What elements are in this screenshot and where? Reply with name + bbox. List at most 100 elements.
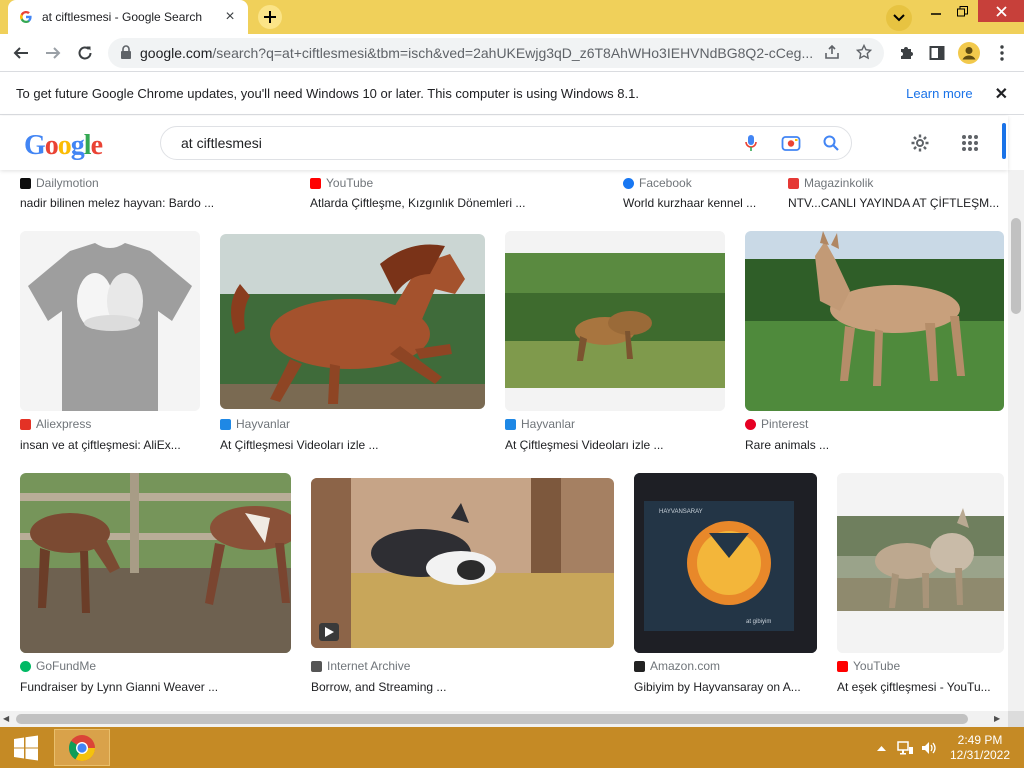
sign-in-edge[interactable] <box>1002 123 1006 159</box>
chrome-icon <box>68 734 96 761</box>
album-title-text: HAYVANSARAY <box>659 509 703 515</box>
browser-tab[interactable]: at ciftlesmesi - Google Search × <box>8 0 248 34</box>
youtube-favicon-icon <box>837 660 848 672</box>
result-thumbnail[interactable]: HAYVANSARAY at gibiyim <box>634 473 817 653</box>
result-title[interactable]: At Çiftleşmesi Videoları izle ... <box>505 438 720 452</box>
windows-taskbar: 2:49 PM 12/31/2022 <box>0 727 1024 768</box>
result-thumbnail[interactable] <box>311 478 614 648</box>
chestnut-horse-image <box>220 234 485 409</box>
side-panel-icon[interactable] <box>924 40 950 66</box>
settings-gear-icon[interactable] <box>907 130 933 156</box>
result-source: Magazinkolik <box>804 176 874 190</box>
magazinkolik-favicon-icon <box>788 177 799 189</box>
result-thumbnail[interactable] <box>837 473 1004 653</box>
result-title[interactable]: Gibiyim by Hayvansaray on A... <box>634 680 812 694</box>
scroll-right-arrow-icon[interactable]: ▶ <box>994 714 1000 723</box>
result-title[interactable]: Fundraiser by Lynn Gianni Weaver ... <box>20 680 285 694</box>
result-source: Aliexpress <box>36 417 92 431</box>
infobar-message: To get future Google Chrome updates, you… <box>16 86 639 101</box>
google-favicon-icon <box>18 9 34 25</box>
two-horses-paddock-image <box>20 473 291 653</box>
update-infobar: To get future Google Chrome updates, you… <box>0 73 1024 115</box>
image-result-card[interactable]: Pinterest Rare animals ... <box>745 231 1004 461</box>
image-results-grid: Dailymotion nadir bilinen melez hayvan: … <box>0 170 1008 711</box>
vertical-scrollbar[interactable] <box>1008 170 1024 711</box>
lens-camera-icon[interactable] <box>771 126 811 160</box>
restore-icon[interactable] <box>950 0 974 22</box>
profile-avatar[interactable] <box>956 40 982 66</box>
album-cover-image: HAYVANSARAY at gibiyim <box>634 473 817 653</box>
result-title[interactable]: Atlarda Çiftleşme, Kızgınlık Dönemleri .… <box>310 196 600 210</box>
url-text[interactable]: google.com/search?q=at+ciftlesmesi&tbm=i… <box>140 45 814 61</box>
image-result-card[interactable]: Magazinkolik NTV...CANLI YAYINDA AT ÇİFT… <box>788 170 1000 220</box>
scroll-left-arrow-icon[interactable]: ◀ <box>3 714 9 723</box>
result-thumbnail[interactable] <box>220 234 485 409</box>
image-result-card[interactable]: Aliexpress insan ve at çiftleşmesi: AliE… <box>20 231 200 461</box>
new-tab-button[interactable] <box>258 5 282 29</box>
result-source: Pinterest <box>761 417 809 431</box>
mule-in-field-image <box>745 231 1004 411</box>
result-title[interactable]: NTV...CANLI YAYINDA AT ÇİFTLEŞM... <box>788 196 1000 210</box>
result-title[interactable]: At Çiftleşmesi Videoları izle ... <box>220 438 475 452</box>
address-bar[interactable]: google.com/search?q=at+ciftlesmesi&tbm=i… <box>108 38 884 68</box>
taskbar-clock[interactable]: 2:49 PM 12/31/2022 <box>944 733 1016 763</box>
result-title[interactable]: nadir bilinen melez hayvan: Bardo ... <box>20 196 280 210</box>
result-thumbnail[interactable] <box>20 231 200 411</box>
search-input[interactable] <box>181 135 731 151</box>
result-title[interactable]: insan ve at çiftleşmesi: AliEx... <box>20 438 190 452</box>
clock-date: 12/31/2022 <box>949 748 1011 762</box>
rabbits-in-hutch-image <box>311 478 614 648</box>
chrome-taskbar-button[interactable] <box>54 729 110 766</box>
image-result-card[interactable]: Facebook World kurzhaar kennel ... <box>623 170 773 220</box>
chrome-menu-icon[interactable] <box>989 40 1015 66</box>
result-source: Hayvanlar <box>521 417 576 431</box>
image-result-card[interactable]: Internet Archive Borrow, and Streaming .… <box>311 473 614 703</box>
bookmark-star-icon[interactable] <box>855 43 873 63</box>
image-result-card[interactable]: HAYVANSARAY at gibiyim Amazon.com Gibiyi… <box>634 473 817 703</box>
lock-icon[interactable] <box>120 44 132 62</box>
image-result-card[interactable]: YouTube Atlarda Çiftleşme, Kızgınlık Dön… <box>310 170 600 220</box>
scrollbar-corner <box>1008 711 1024 727</box>
result-title[interactable]: Rare animals ... <box>745 438 1000 452</box>
tab-close-icon[interactable]: × <box>222 8 238 26</box>
vertical-scrollbar-thumb[interactable] <box>1011 218 1021 314</box>
close-window-icon[interactable] <box>978 0 1024 22</box>
extensions-puzzle-icon[interactable] <box>893 40 919 66</box>
result-thumbnail[interactable] <box>20 473 291 653</box>
learn-more-link[interactable]: Learn more <box>906 86 972 101</box>
result-source: Hayvanlar <box>236 417 291 431</box>
pinterest-favicon-icon <box>745 418 756 430</box>
horizontal-scrollbar-thumb[interactable] <box>16 714 968 724</box>
reload-icon[interactable] <box>72 40 98 66</box>
result-thumbnail[interactable] <box>505 231 725 411</box>
search-box[interactable] <box>160 126 852 160</box>
tab-title: at ciftlesmesi - Google Search <box>42 10 203 24</box>
google-apps-grid-icon[interactable] <box>957 130 983 156</box>
forward-arrow-icon[interactable] <box>40 40 66 66</box>
image-result-card[interactable]: Hayvanlar At Çiftleşmesi Videoları izle … <box>505 231 725 461</box>
image-result-card[interactable]: Hayvanlar At Çiftleşmesi Videoları izle … <box>220 231 485 461</box>
result-thumbnail[interactable] <box>745 231 1004 411</box>
result-source: Dailymotion <box>36 176 99 190</box>
amazon-favicon-icon <box>634 660 645 672</box>
network-icon[interactable] <box>894 727 916 768</box>
voice-search-mic-icon[interactable] <box>731 126 771 160</box>
result-title[interactable]: Borrow, and Streaming ... <box>311 680 611 694</box>
infobar-close-icon[interactable]: ✕ <box>995 84 1008 104</box>
search-icon[interactable] <box>811 126 851 160</box>
album-subtitle-text: at gibiyim <box>746 619 771 625</box>
result-title[interactable]: At eşek çiftleşmesi - YouTu... <box>837 680 999 694</box>
show-hidden-icons-chevron-icon[interactable] <box>874 727 888 768</box>
result-title[interactable]: World kurzhaar kennel ... <box>623 196 773 210</box>
volume-speaker-icon[interactable] <box>918 727 940 768</box>
minimize-icon[interactable] <box>924 0 948 22</box>
image-result-card[interactable]: Dailymotion nadir bilinen melez hayvan: … <box>20 170 290 220</box>
google-doodle-logo[interactable]: Google <box>24 130 103 162</box>
back-arrow-icon[interactable] <box>8 40 34 66</box>
image-result-card[interactable]: YouTube At eşek çiftleşmesi - YouTu... <box>837 473 1004 703</box>
share-icon[interactable] <box>824 44 840 63</box>
image-result-card[interactable]: GoFundMe Fundraiser by Lynn Gianni Weave… <box>20 473 291 703</box>
windows-start-icon[interactable] <box>0 727 52 768</box>
horizontal-scrollbar[interactable]: ◀ ▶ <box>0 711 1008 727</box>
tab-search-chevron-down-icon[interactable] <box>886 5 912 31</box>
